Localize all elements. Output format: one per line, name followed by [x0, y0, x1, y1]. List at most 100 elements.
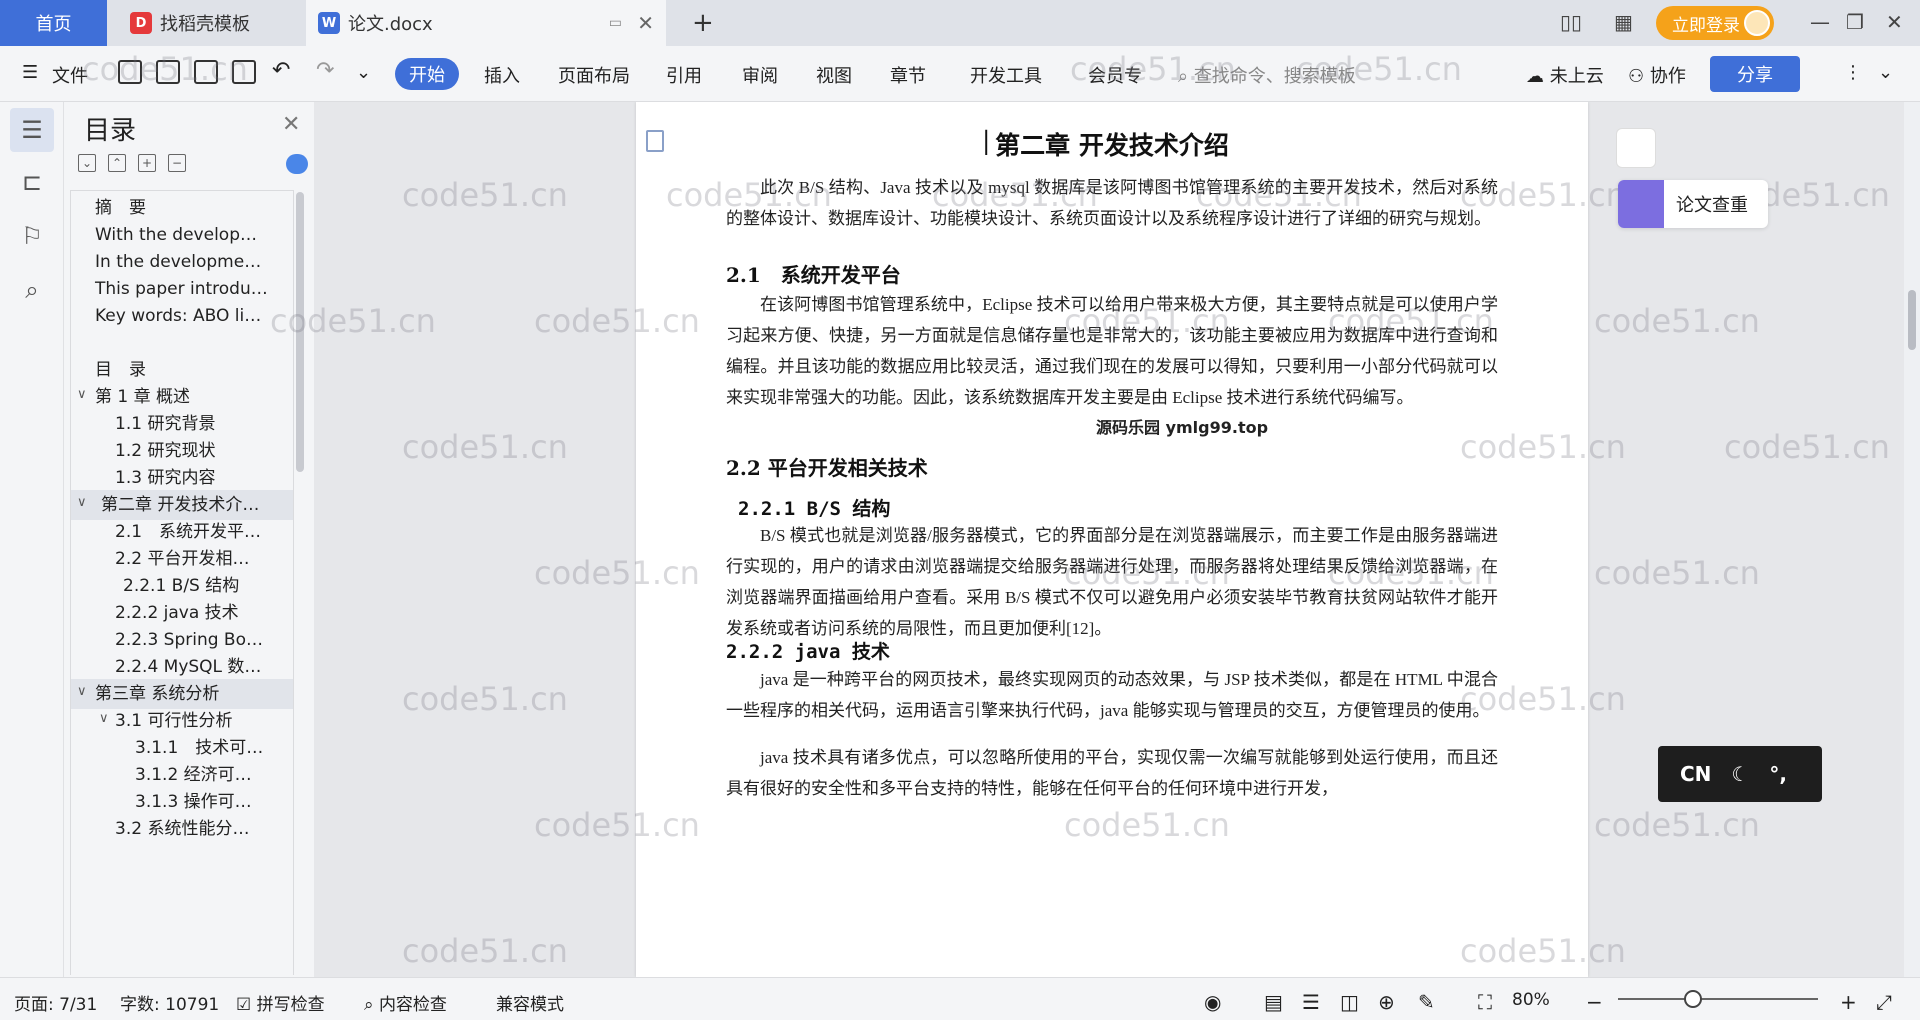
collaborate-button[interactable]: ⚇ 协作: [1628, 62, 1686, 88]
scroll-thumb[interactable]: [1908, 290, 1916, 350]
toc-item[interactable]: In the developme…: [71, 247, 293, 277]
zoom-slider-knob[interactable]: [1684, 990, 1702, 1008]
toc-item[interactable]: 2.2.2 java 技术: [71, 598, 293, 628]
close-icon[interactable]: ✕: [282, 112, 300, 137]
toc-item[interactable]: 第三章 系统分析: [71, 679, 293, 709]
collapse-icon[interactable]: ⌃: [108, 154, 126, 172]
page-indicator[interactable]: 页面: 7/31: [14, 990, 97, 1015]
new-tab-button[interactable]: +: [692, 8, 714, 38]
monitor-icon[interactable]: ▭: [609, 15, 622, 31]
page-view-icon[interactable]: ▤: [1264, 990, 1283, 1014]
expand-icon[interactable]: ⌄: [78, 154, 96, 172]
preview-icon[interactable]: [232, 60, 256, 84]
pen-icon[interactable]: ✎: [1418, 990, 1435, 1014]
bookmark-icon[interactable]: ⚐: [18, 222, 46, 250]
ai-assistant-icon[interactable]: [286, 154, 308, 174]
toc-item[interactable]: 2.2 平台开发相…: [71, 544, 293, 574]
spell-check-button[interactable]: ☑ 拼写检查: [236, 990, 325, 1015]
menu-start[interactable]: 开始: [395, 58, 459, 90]
toc-item[interactable]: 2.2.4 MySQL 数…: [71, 652, 293, 682]
toc-item[interactable]: 3.1.3 操作可…: [71, 787, 293, 817]
toc-item[interactable]: 3.2 系统性能分…: [71, 814, 293, 844]
search-icon[interactable]: ⌕: [18, 276, 46, 304]
toc-panel-icon[interactable]: ☰: [10, 108, 54, 152]
toc-item[interactable]: 第 1 章 概述: [71, 382, 293, 412]
chevron-down-icon[interactable]: ∨: [77, 684, 87, 699]
zoom-level[interactable]: 80%: [1512, 990, 1550, 1010]
command-search[interactable]: ⌕ 查找命令、搜索模板: [1178, 62, 1356, 88]
save-icon[interactable]: [118, 60, 142, 84]
menu-review[interactable]: 审阅: [742, 62, 778, 88]
web-view-icon[interactable]: ⊕: [1378, 990, 1395, 1014]
left-sidebar: ☰ ⊏ ⚐ ⌕: [0, 102, 64, 977]
zoom-out-icon[interactable]: −: [1586, 990, 1603, 1014]
toc-item[interactable]: 3.1.1 技术可…: [71, 733, 293, 763]
toc-item[interactable]: With the develop…: [71, 220, 293, 250]
menu-dev-tools[interactable]: 开发工具: [970, 62, 1042, 88]
outline-view-icon[interactable]: ☰: [1302, 990, 1320, 1014]
toc-item[interactable]: 1.3 研究内容: [71, 463, 293, 493]
restore-icon[interactable]: ❐: [1846, 10, 1864, 34]
close-tab-icon[interactable]: ✕: [637, 11, 654, 35]
side-panel-toggle-icon[interactable]: [1616, 128, 1656, 168]
outline-icon[interactable]: ⊏: [18, 168, 46, 196]
toc-item[interactable]: 2.2.3 Spring Bo…: [71, 625, 293, 655]
remove-icon[interactable]: −: [168, 154, 186, 172]
toc-item[interactable]: 第二章 开发技术介…: [71, 490, 293, 520]
toc-item[interactable]: 1.2 研究现状: [71, 436, 293, 466]
toc-scrollbar[interactable]: [296, 192, 304, 472]
toc-item[interactable]: Key words: ABO li…: [71, 301, 293, 331]
hamburger-icon[interactable]: ☰: [22, 62, 38, 83]
cloud-status[interactable]: ☁ 未上云: [1526, 62, 1604, 88]
collapse-ribbon-icon[interactable]: ⌄: [1878, 62, 1893, 83]
menu-member[interactable]: 会员专: [1088, 62, 1142, 88]
login-button[interactable]: 立即登录: [1656, 6, 1774, 40]
fit-page-icon[interactable]: ⛶: [1478, 990, 1492, 1014]
menu-chapter[interactable]: 章节: [890, 62, 926, 88]
menu-view[interactable]: 视图: [816, 62, 852, 88]
read-view-icon[interactable]: ◫: [1340, 990, 1359, 1014]
toc-item[interactable]: 1.1 研究背景: [71, 409, 293, 439]
menu-bar: ☰ 文件 ↶ ↷ ⌄ 开始 插入 页面布局 引用 审阅 视图 章节 开发工具 会…: [0, 46, 1920, 102]
menu-file[interactable]: 文件: [52, 62, 88, 88]
ime-indicator[interactable]: CN ☾ °,: [1658, 746, 1822, 802]
zoom-slider[interactable]: [1618, 998, 1818, 1000]
layout-icon[interactable]: ▯▯: [1560, 10, 1582, 34]
toc-item[interactable]: 2.1 系统开发平…: [71, 517, 293, 547]
chevron-down-icon[interactable]: ∨: [77, 495, 87, 510]
toc-item[interactable]: 3.1.2 经济可…: [71, 760, 293, 790]
content-check-button[interactable]: ⌕ 内容检查: [364, 990, 447, 1015]
tab-document[interactable]: W 论文.docx ▭ ✕: [306, 0, 666, 46]
menu-insert[interactable]: 插入: [484, 62, 520, 88]
print-icon[interactable]: [194, 60, 218, 84]
toc-item[interactable]: This paper introdu…: [71, 274, 293, 304]
undo-icon[interactable]: ↶: [272, 58, 290, 83]
share-button[interactable]: 分享: [1710, 56, 1800, 92]
fullscreen-icon[interactable]: ⤢: [1876, 990, 1892, 1014]
tab-label: 论文.docx: [348, 14, 433, 35]
vertical-scrollbar[interactable]: [1904, 102, 1920, 977]
grid-icon[interactable]: ▦: [1614, 10, 1633, 34]
more-icon[interactable]: ⋮: [1844, 62, 1862, 83]
toc-item[interactable]: 摘 要: [71, 193, 293, 223]
paper-check-button[interactable]: 论文查重: [1618, 180, 1768, 228]
word-count[interactable]: 字数: 10791: [120, 990, 219, 1015]
moon-icon: ☾: [1731, 762, 1750, 786]
cloud-label: 未上云: [1549, 66, 1604, 87]
zoom-in-icon[interactable]: +: [1840, 990, 1857, 1014]
tab-docer-templates[interactable]: D 找稻壳模板: [112, 0, 302, 46]
redo-icon[interactable]: ↷: [316, 58, 334, 83]
export-icon[interactable]: [156, 60, 180, 84]
toc-item[interactable]: 3.1 可行性分析: [71, 706, 293, 736]
minimize-icon[interactable]: —: [1810, 10, 1830, 34]
toc-item[interactable]: 2.2.1 B/S 结构: [71, 571, 293, 601]
menu-reference[interactable]: 引用: [666, 62, 702, 88]
menu-layout[interactable]: 页面布局: [558, 62, 630, 88]
toc-item[interactable]: 目 录: [71, 355, 293, 385]
close-window-icon[interactable]: ✕: [1886, 10, 1903, 34]
eye-icon[interactable]: ◉: [1204, 990, 1221, 1014]
document-page[interactable]: | 第二章 开发技术介绍 此次 B/S 结构、Java 技术以及 mysql 数…: [636, 102, 1588, 977]
more-tools-icon[interactable]: ⌄: [356, 62, 371, 83]
add-icon[interactable]: +: [138, 154, 156, 172]
tab-home[interactable]: 首页: [0, 0, 107, 46]
